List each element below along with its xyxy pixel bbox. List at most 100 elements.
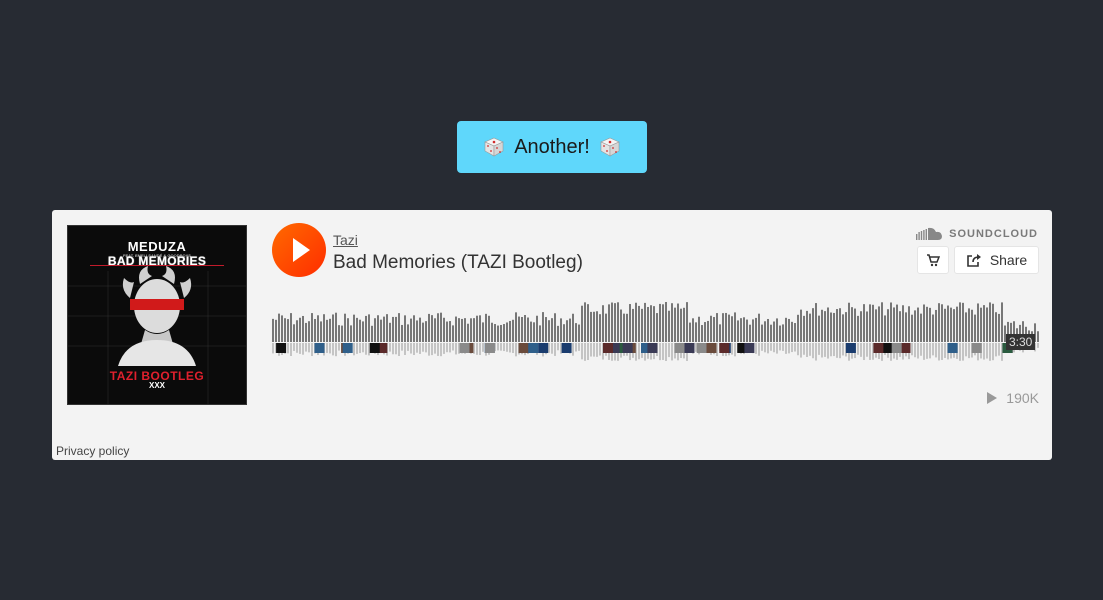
soundcloud-logo[interactable]: SOUNDCLOUD (916, 227, 1038, 241)
waveform-reflection-bar (917, 343, 919, 359)
waveform-bar (797, 314, 799, 342)
comment-avatar[interactable] (528, 343, 539, 353)
comment-avatar[interactable] (647, 343, 658, 353)
waveform-reflection-bar (665, 343, 667, 361)
waveform-bar (812, 308, 814, 342)
comment-avatar[interactable] (947, 343, 958, 353)
comment-avatar[interactable] (538, 343, 549, 353)
comment-avatar[interactable] (603, 343, 613, 353)
privacy-policy-link[interactable]: Privacy policy (56, 444, 129, 458)
waveform-bar (851, 307, 853, 342)
waveform-bar (785, 317, 787, 342)
play-button[interactable] (272, 223, 326, 277)
waveform-reflection-bar (986, 343, 988, 359)
waveform-bar (278, 313, 280, 342)
waveform-reflection-bar (599, 343, 601, 356)
track-artwork[interactable]: MEDUZA FEAT. EMELI SANDÉ & GOODBOYS BAD … (67, 225, 247, 405)
comment-avatar[interactable] (342, 343, 353, 353)
waveform-reflection-bar (455, 343, 457, 355)
waveform-bar (941, 304, 943, 342)
comment-avatar[interactable] (706, 343, 717, 353)
comment-avatar[interactable] (674, 343, 685, 353)
waveform-bar (374, 318, 376, 342)
track-title[interactable]: Bad Memories (TAZI Bootleg) (333, 252, 583, 274)
comment-avatar[interactable] (845, 343, 856, 353)
waveform-bar (956, 306, 958, 342)
share-label: Share (989, 252, 1028, 268)
waveform-reflection-bar (776, 343, 778, 354)
waveform-reflection-bar (920, 343, 922, 356)
waveform-reflection-bar (860, 343, 862, 357)
waveform-bar (326, 319, 328, 342)
share-icon (967, 254, 981, 267)
waveform-bar (581, 305, 583, 342)
waveform-reflection-bar (557, 343, 559, 351)
comment-avatar[interactable] (518, 343, 529, 353)
waveform-bar (605, 313, 607, 342)
comment-avatar[interactable] (561, 343, 572, 353)
waveform-reflection-bar (659, 343, 661, 361)
comment-avatar[interactable] (971, 343, 982, 353)
waveform-reflection-bar (827, 343, 829, 359)
waveform-reflection-bar (785, 343, 787, 354)
waveform-reflection-bar (272, 343, 274, 354)
waveform-bar (638, 305, 640, 342)
waveform-bar (803, 315, 805, 342)
comment-avatar[interactable] (873, 343, 884, 353)
comment-avatar[interactable] (891, 343, 902, 353)
waveform-reflection-bar (395, 343, 397, 355)
comment-avatar[interactable] (459, 343, 470, 353)
comment-avatar[interactable] (369, 343, 380, 353)
comment-avatar[interactable] (882, 343, 893, 353)
waveform-reflection-bar (401, 343, 403, 351)
artwork-mark: XXX (148, 381, 165, 390)
comment-avatar[interactable] (744, 343, 755, 353)
waveform-reflection-bar (584, 343, 586, 361)
waveform-bar (410, 318, 412, 342)
waveform-bar (725, 312, 727, 342)
waveform-bar (695, 322, 697, 342)
another-button[interactable]: Another! (457, 121, 647, 173)
play-count-value: 190K (1006, 390, 1039, 406)
comment-avatar[interactable] (484, 343, 495, 353)
artist-link[interactable]: Tazi (333, 232, 358, 248)
comment-avatar[interactable] (276, 343, 287, 353)
comment-avatar[interactable] (900, 343, 911, 353)
comment-avatar[interactable] (622, 343, 633, 353)
waveform-bar (470, 318, 472, 342)
waveform-bar (287, 319, 289, 342)
waveform-bar (341, 325, 343, 342)
waveform-reflection-bar (815, 343, 817, 361)
comment-avatar[interactable] (684, 343, 695, 353)
comment-avatar[interactable] (719, 343, 730, 353)
waveform-bar (890, 302, 892, 342)
waveform-bar (404, 315, 406, 342)
waveform-reflection-bar (983, 343, 985, 360)
waveform-reflection-bar (1037, 343, 1039, 348)
waveform-reflection-bar (998, 343, 1000, 356)
soundcloud-wordmark: SOUNDCLOUD (949, 228, 1038, 240)
waveform-bar (758, 313, 760, 342)
waveform-reflection-bar (296, 343, 298, 353)
comment-avatar[interactable] (314, 343, 325, 353)
waveform-bar (764, 321, 766, 342)
waveform-bar (290, 313, 292, 342)
waveform-bar (434, 318, 436, 342)
waveform-bar (917, 307, 919, 342)
waveform-bar (947, 305, 949, 342)
play-count: 190K (986, 390, 1039, 406)
waveform-reflection-bar (326, 343, 328, 353)
comment-avatar[interactable] (696, 343, 707, 353)
waveform[interactable] (272, 292, 1040, 374)
waveform-bar (491, 322, 493, 342)
waveform-reflection-bar (446, 343, 448, 353)
share-button[interactable]: Share (954, 246, 1039, 274)
waveform-bar (974, 314, 976, 342)
waveform-reflection-bar (941, 343, 943, 360)
waveform-bar (893, 307, 895, 342)
waveform-bar (578, 324, 580, 342)
waveform-reflection-bar (500, 343, 502, 351)
waveform-bar (644, 302, 646, 342)
waveform-reflection-bar (911, 343, 913, 356)
buy-button[interactable] (917, 246, 949, 274)
